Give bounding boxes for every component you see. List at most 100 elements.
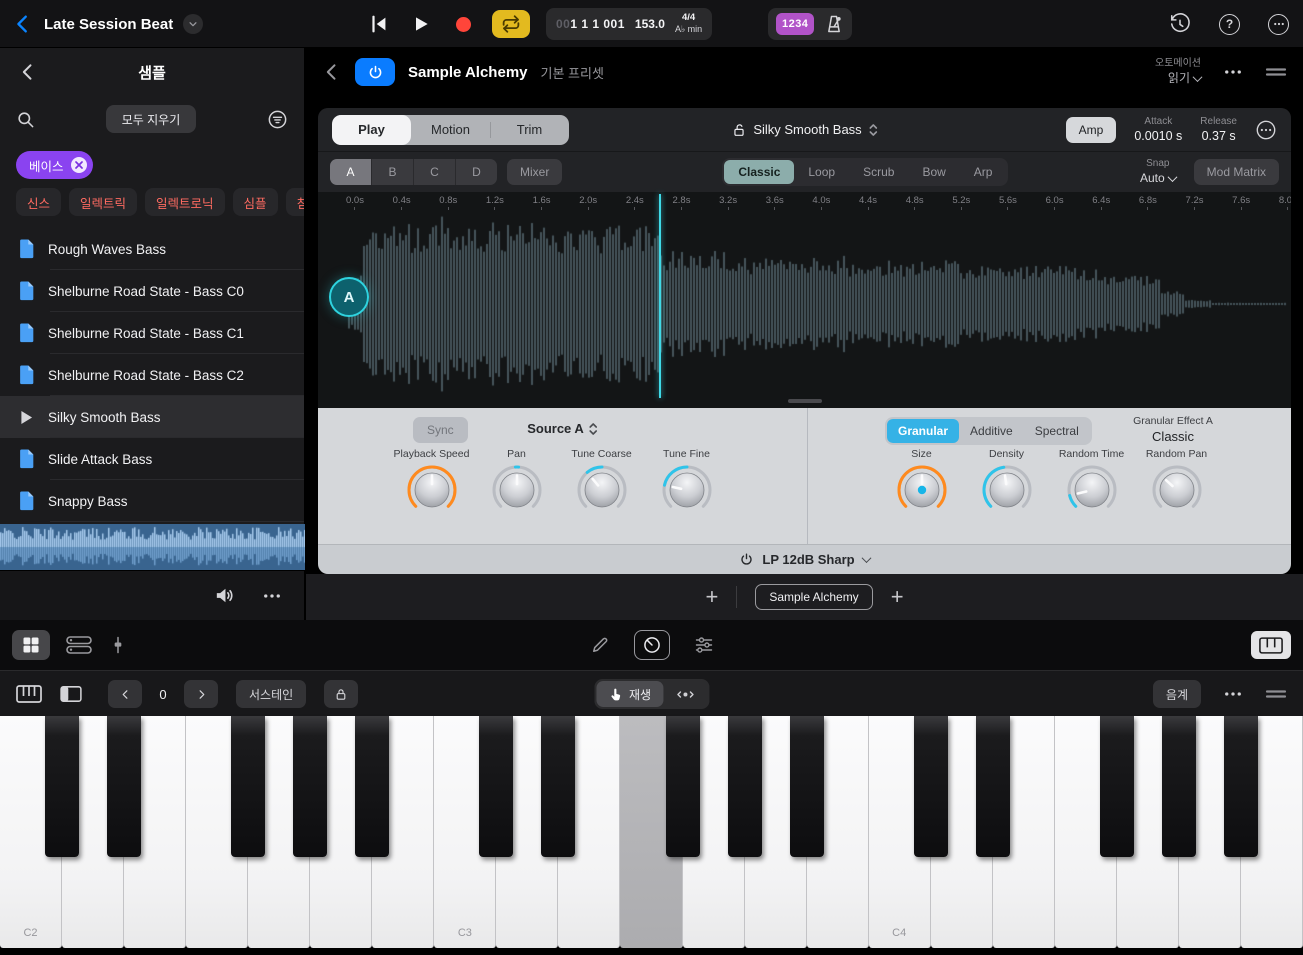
black-key[interactable]	[107, 716, 142, 857]
octave-up-button[interactable]	[184, 680, 218, 708]
waveform-display[interactable]: 0.0s 0.4s 0.8s 1.2s 1.6s 2.0s 2.4s 2.8s 3.2s 3.6s…	[318, 192, 1291, 408]
resize-handle[interactable]	[787, 399, 822, 403]
clear-all-button[interactable]: 모두 지우기	[105, 105, 197, 133]
black-key[interactable]	[231, 716, 266, 857]
view-tab-trim[interactable]: Trim	[490, 115, 569, 145]
go-to-beginning-button[interactable]	[366, 11, 392, 37]
view-tab-motion[interactable]: Motion	[411, 115, 490, 145]
source-tab-a[interactable]: A	[330, 159, 371, 185]
remove-tag-icon[interactable]	[70, 157, 87, 173]
filter-strip[interactable]: LP 12dB Sharp	[318, 544, 1291, 574]
volume-icon[interactable]	[213, 584, 236, 607]
knob-dial[interactable]	[895, 463, 949, 517]
tracks-icon[interactable]	[66, 635, 92, 655]
knob-dial[interactable]	[575, 463, 629, 517]
source-tab-b[interactable]: B	[372, 159, 413, 185]
category-chip[interactable]: 심플	[232, 188, 278, 216]
record-button[interactable]	[450, 11, 476, 37]
scale-button[interactable]: 음계	[1152, 680, 1201, 708]
metronome-icon[interactable]	[824, 14, 844, 34]
split-panel-icon[interactable]	[60, 685, 82, 703]
knob-tune-fine[interactable]: Tune Fine	[644, 448, 729, 517]
plugin-more-icon[interactable]	[1223, 62, 1243, 82]
mode-tab-bow[interactable]: Bow	[908, 160, 959, 184]
search-icon[interactable]	[16, 110, 35, 129]
black-key[interactable]	[913, 716, 948, 857]
waveform-canvas[interactable]	[318, 192, 1291, 408]
filter-tag-bass[interactable]: 베이스	[16, 151, 93, 179]
category-chip[interactable]: 침체된	[285, 188, 304, 216]
plugin-back-chevron-icon[interactable]	[322, 62, 342, 82]
keyboard-icon[interactable]	[16, 685, 42, 703]
synthesis-tab-spectral[interactable]: Spectral	[1024, 419, 1090, 443]
granular-effect[interactable]: Granular Effect A Classic	[1108, 415, 1238, 446]
sample-row[interactable]: Shelburne Road State - Bass C2	[0, 354, 304, 396]
sync-button[interactable]: Sync	[413, 417, 468, 443]
add-plugin-button-2[interactable]: +	[891, 586, 904, 608]
add-plugin-button[interactable]: +	[705, 586, 718, 608]
knob-random-pan[interactable]: Random Pan	[1134, 448, 1219, 517]
keyboard-more-icon[interactable]	[1223, 684, 1243, 704]
keyboard-view-button[interactable]	[1251, 631, 1291, 659]
plugin-power-button[interactable]	[355, 58, 395, 86]
knob-mode-button[interactable]	[633, 630, 670, 660]
mixer-button[interactable]: Mixer	[507, 159, 563, 185]
black-key[interactable]	[665, 716, 700, 857]
sample-row[interactable]: Shelburne Road State - Bass C0	[0, 270, 304, 312]
octave-down-button[interactable]	[108, 680, 142, 708]
sample-row[interactable]: Shelburne Road State - Bass C1	[0, 312, 304, 354]
snap-control[interactable]: Snap Auto	[1140, 158, 1178, 186]
mode-tab-scrub[interactable]: Scrub	[849, 160, 908, 184]
synthesis-tab-granular[interactable]: Granular	[887, 419, 960, 443]
mode-tab-classic[interactable]: Classic	[724, 160, 795, 184]
source-select[interactable]: Source A	[527, 421, 598, 436]
mode-tab-loop[interactable]: Loop	[794, 160, 849, 184]
amp-button[interactable]: Amp	[1065, 116, 1117, 143]
knob-dial[interactable]	[490, 463, 544, 517]
browser-back-chevron-icon[interactable]	[18, 62, 38, 82]
knob-dial[interactable]	[980, 463, 1034, 517]
black-key[interactable]	[1161, 716, 1196, 857]
black-key[interactable]	[727, 716, 762, 857]
category-chip[interactable]: 일렉트로닉	[145, 188, 225, 216]
help-icon[interactable]: ?	[1219, 13, 1240, 35]
black-key[interactable]	[355, 716, 390, 857]
category-chip[interactable]: 일렉트릭	[69, 188, 138, 216]
black-key[interactable]	[45, 716, 80, 857]
project-menu-chevron-icon[interactable]	[183, 14, 204, 34]
plugin-chain-chip[interactable]: Sample Alchemy	[755, 584, 873, 610]
play-mode-button[interactable]: 재생	[595, 681, 664, 707]
sample-row-selected[interactable]: Silky Smooth Bass	[0, 396, 304, 438]
source-tab-d[interactable]: D	[456, 159, 497, 185]
knob-tune-coarse[interactable]: Tune Coarse	[559, 448, 644, 517]
glissando-mode-button[interactable]	[663, 681, 707, 707]
mod-matrix-button[interactable]: Mod Matrix	[1193, 159, 1279, 185]
more-circle-icon[interactable]	[1255, 119, 1277, 141]
filter-name[interactable]: LP 12dB Sharp	[762, 552, 854, 567]
filter-power-icon[interactable]	[739, 552, 754, 567]
lcd-display[interactable]: 001 1 1 001 153.0 4/4 A♭ min	[546, 8, 713, 40]
sample-preview-waveform[interactable]	[0, 524, 305, 570]
category-chip[interactable]: 신스	[16, 188, 62, 216]
project-title[interactable]: Late Session Beat	[44, 16, 173, 33]
pads-view-button[interactable]	[12, 630, 50, 660]
knob-pan[interactable]: Pan	[474, 448, 559, 517]
fader-icon[interactable]	[108, 634, 128, 656]
knob-dial[interactable]	[1065, 463, 1119, 517]
drag-handle-icon[interactable]	[1265, 689, 1287, 699]
black-key[interactable]	[975, 716, 1010, 857]
count-in-button[interactable]: 1234	[776, 13, 815, 35]
black-key[interactable]	[293, 716, 328, 857]
plugin-preset-name[interactable]: 기본 프리셋	[541, 63, 604, 82]
mode-tab-arp[interactable]: Arp	[960, 160, 1007, 184]
cycle-button[interactable]	[492, 10, 530, 38]
knob-dial[interactable]	[660, 463, 714, 517]
sliders-icon[interactable]	[694, 635, 714, 655]
black-key[interactable]	[789, 716, 824, 857]
play-button[interactable]	[408, 11, 434, 37]
undo-history-icon[interactable]	[1169, 13, 1191, 35]
view-tab-play[interactable]: Play	[332, 114, 411, 145]
loaded-sample-control[interactable]: Silky Smooth Bass	[731, 122, 877, 138]
sample-row[interactable]: Snappy Bass	[0, 480, 304, 522]
playhead[interactable]	[658, 194, 662, 398]
